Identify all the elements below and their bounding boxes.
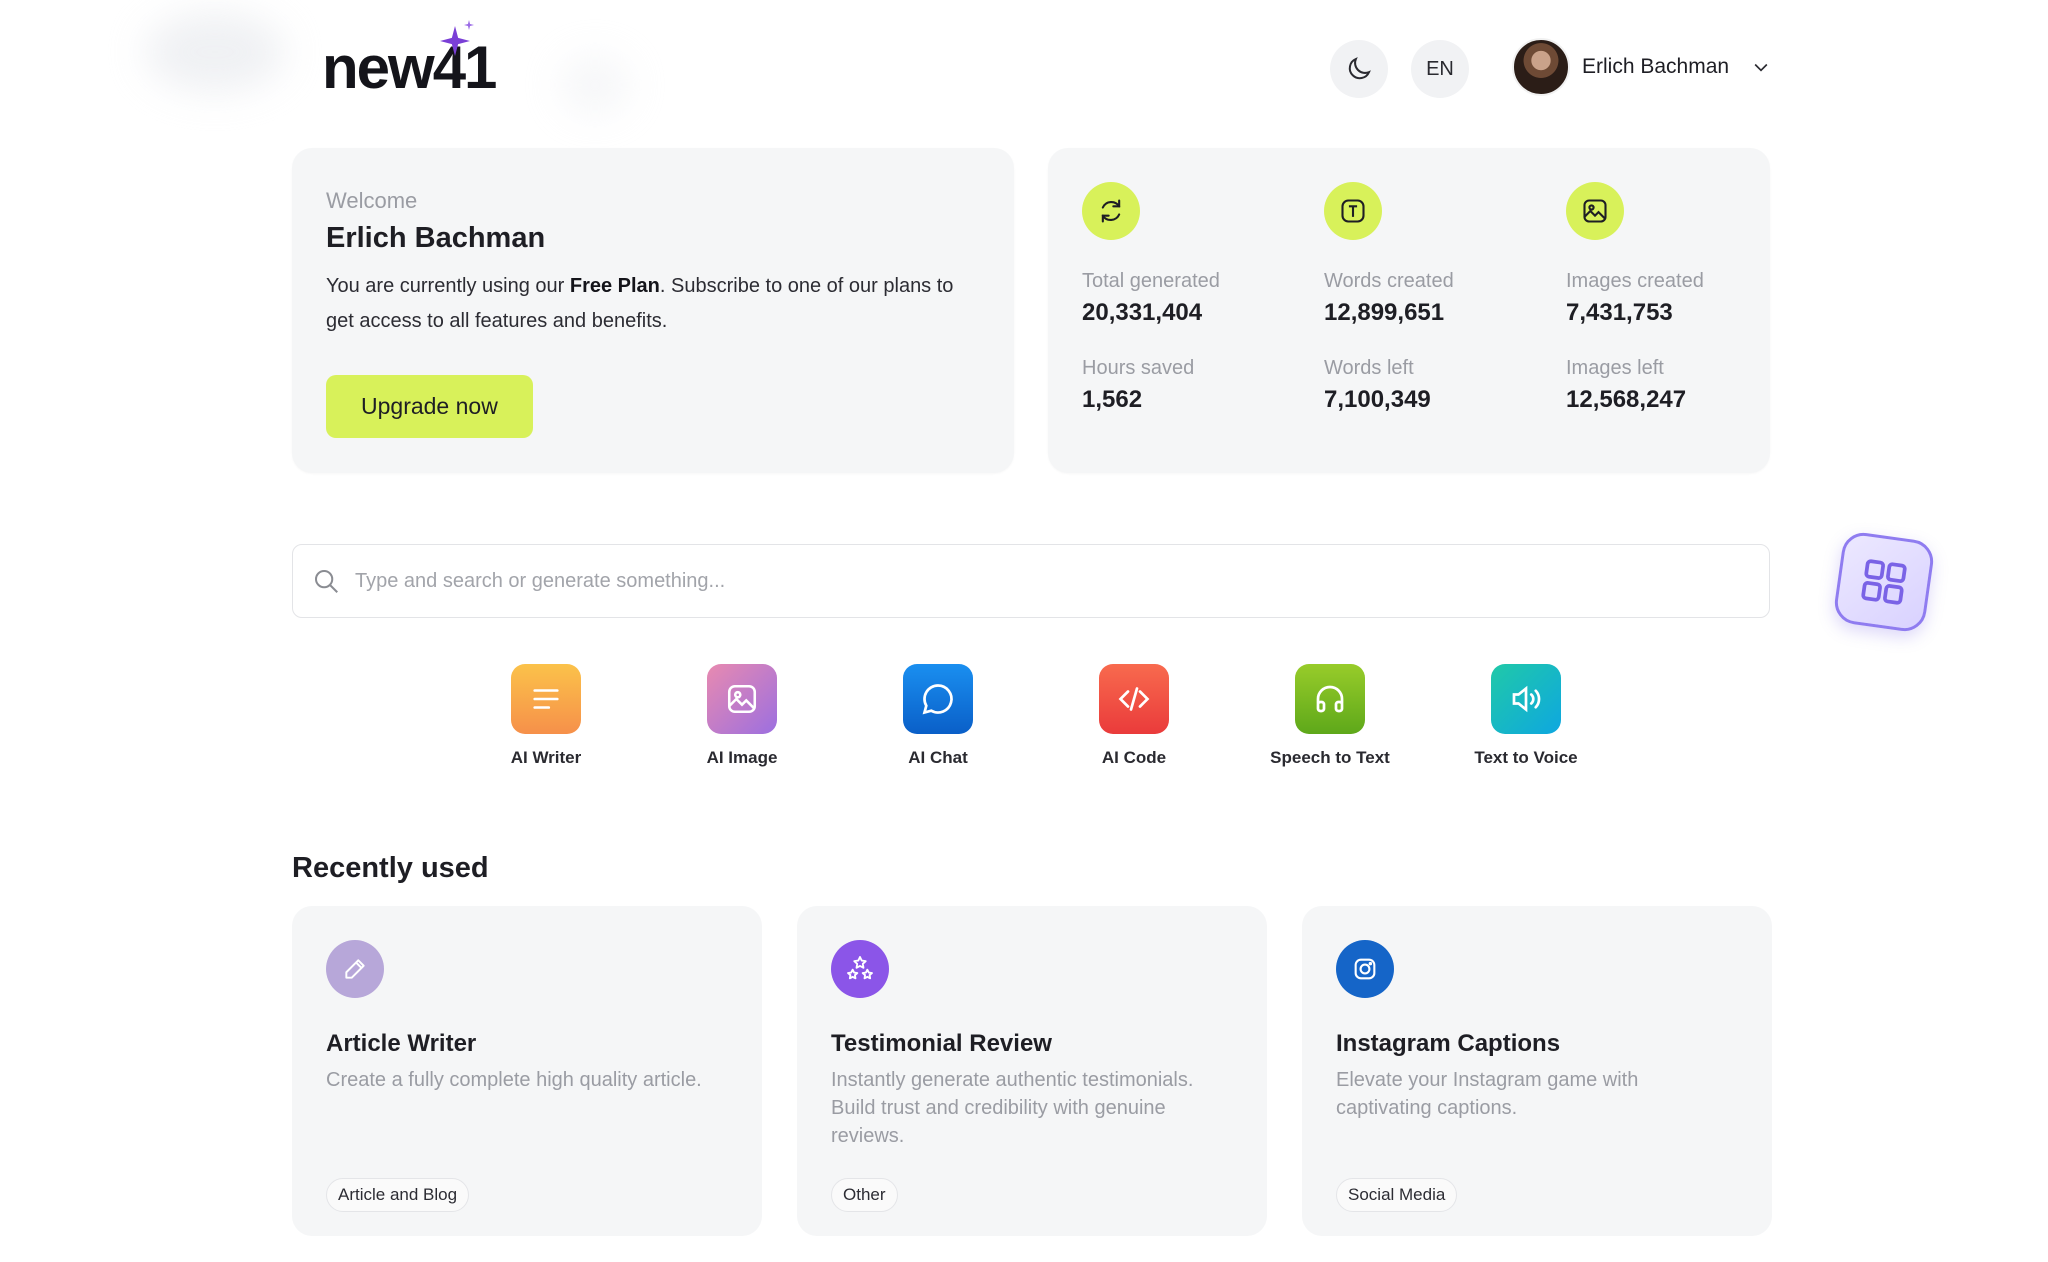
stat-label: Hours saved <box>1082 357 1195 379</box>
welcome-label: Welcome <box>326 188 418 213</box>
moon-icon <box>1348 57 1371 80</box>
recent-card-desc: Create a fully complete high quality art… <box>326 1069 702 1091</box>
upgrade-button[interactable]: Upgrade now <box>326 375 533 438</box>
apps-floating-button[interactable] <box>1832 530 1936 634</box>
plan-description: You are currently using our Free Plan. S… <box>326 269 980 339</box>
stat-words-created: Words created 12,899,651 <box>1324 270 1566 327</box>
category-tag: Other <box>831 1178 898 1212</box>
avatar <box>1512 38 1570 96</box>
plan-name: Free Plan <box>569 275 660 297</box>
tool-ai-code[interactable]: AI Code <box>1054 664 1214 768</box>
tool-label: AI Image <box>706 748 778 767</box>
recent-card-title: Instagram Captions <box>1336 1030 1561 1057</box>
recent-card-testimonial-review[interactable]: Testimonial Review Instantly generate au… <box>797 906 1267 1236</box>
tool-speech-to-text[interactable]: Speech to Text <box>1250 664 1410 768</box>
stats-card: Total generated 20,331,404 Words created 1… <box>1048 148 1770 473</box>
stars-icon <box>831 940 889 998</box>
stat-label: Total generated <box>1082 270 1220 292</box>
recent-card-desc: Elevate your Instagram game with captiva… <box>1336 1069 1639 1119</box>
language-label: EN <box>1426 57 1454 80</box>
tool-label: AI Writer <box>510 748 582 767</box>
category-tag: Social Media <box>1336 1178 1458 1212</box>
user-name: Erlich Bachman <box>1582 55 1730 78</box>
recent-card-instagram-captions[interactable]: Instagram Captions Elevate your Instagra… <box>1302 906 1772 1236</box>
stat-value: 7,431,753 <box>1566 299 1673 326</box>
stat-value: 12,899,651 <box>1324 299 1445 326</box>
sparkle-small-icon <box>464 20 474 30</box>
theme-toggle-button[interactable] <box>1330 40 1388 98</box>
tool-text-to-voice[interactable]: Text to Voice <box>1446 664 1606 768</box>
stat-label: Images created <box>1566 270 1704 292</box>
stat-label: Words left <box>1324 357 1414 379</box>
stat-value: 1,562 <box>1082 386 1143 413</box>
recent-card-desc: Instantly generate authentic testimonial… <box>831 1069 1194 1147</box>
speaker-icon <box>1491 664 1561 734</box>
welcome-card: Welcome Erlich Bachman You are currently… <box>292 148 1014 473</box>
tool-ai-image[interactable]: AI Image <box>662 664 822 768</box>
recently-used-title: Recently used <box>292 852 489 884</box>
decorative-blur <box>560 55 630 115</box>
instagram-icon <box>1336 940 1394 998</box>
stat-label: Images left <box>1566 357 1664 379</box>
stat-value: 7,100,349 <box>1324 386 1431 413</box>
search-input[interactable] <box>355 569 1655 593</box>
category-tag: Article and Blog <box>326 1178 470 1212</box>
image-icon <box>1566 182 1624 240</box>
search-icon <box>315 570 338 593</box>
welcome-name: Erlich Bachman <box>326 222 546 254</box>
image-icon <box>707 664 777 734</box>
plan-desc-prefix: You are currently using our <box>326 275 570 297</box>
stat-value: 20,331,404 <box>1082 299 1203 326</box>
stat-total-generated: Total generated 20,331,404 <box>1082 270 1324 327</box>
stat-images-left: Images left 12,568,247 <box>1566 357 1766 414</box>
user-menu[interactable]: Erlich Bachman <box>1512 38 1771 96</box>
recent-card-article-writer[interactable]: Article Writer Create a fully complete h… <box>292 906 762 1236</box>
tool-ai-writer[interactable]: AI Writer <box>466 664 626 768</box>
tool-ai-chat[interactable]: AI Chat <box>858 664 1018 768</box>
recent-card-title: Testimonial Review <box>831 1030 1052 1057</box>
stat-words-left: Words left 7,100,349 <box>1324 357 1566 414</box>
stat-images-created: Images created 7,431,753 <box>1566 270 1766 327</box>
stat-value: 12,568,247 <box>1566 386 1687 413</box>
pencil-icon <box>326 940 384 998</box>
tool-label: AI Code <box>1101 748 1167 767</box>
sparkle-icon <box>440 26 470 56</box>
tool-label: Speech to Text <box>1270 748 1390 767</box>
logo[interactable]: new41 <box>322 20 497 98</box>
refresh-icon <box>1082 182 1140 240</box>
stat-label: Words created <box>1324 270 1454 292</box>
tool-label: AI Chat <box>908 748 968 767</box>
language-button[interactable]: EN <box>1411 40 1469 98</box>
grid-icon <box>1861 559 1907 605</box>
code-icon <box>1099 664 1169 734</box>
lines-icon <box>511 664 581 734</box>
chevron-down-icon <box>1754 63 1768 72</box>
text-icon <box>1324 182 1382 240</box>
chat-bubble-icon <box>903 664 973 734</box>
recent-card-title: Article Writer <box>326 1030 477 1057</box>
tool-label: Text to Voice <box>1474 748 1578 767</box>
stat-hours-saved: Hours saved 1,562 <box>1082 357 1324 414</box>
search-bar[interactable] <box>292 544 1770 618</box>
decorative-blur <box>145 12 285 92</box>
headphones-icon <box>1295 664 1365 734</box>
